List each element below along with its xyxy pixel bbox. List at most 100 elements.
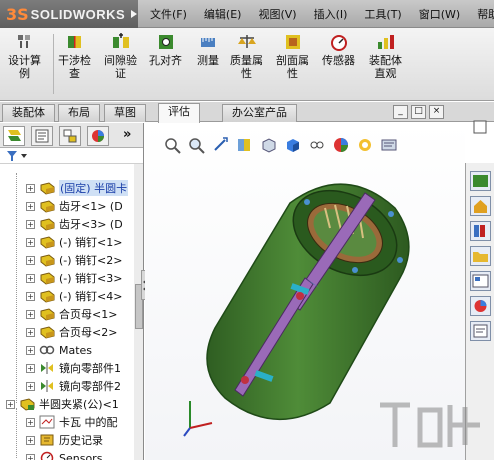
edit-appearance-icon[interactable] [331,136,351,154]
zoom-to-fit-icon[interactable] [163,136,183,154]
task-pane-file-explorer[interactable] [470,246,491,266]
view-settings-icon[interactable] [379,136,399,154]
tree-item[interactable]: + 历史记录 [26,431,103,449]
tab-office-products[interactable]: 办公室产品 [222,104,297,122]
mirror-component-icon [41,362,53,374]
tree-guide-line [16,408,17,458]
panel-overflow-button[interactable]: » [123,127,131,142]
tab-sketch[interactable]: 草图 [104,104,146,122]
tree-item[interactable]: + 半圆夹紧(公)<1 [6,395,119,413]
tree-item-label: (-) 销钉<1> [59,236,123,249]
section-view-icon[interactable] [235,136,255,154]
expand-toggle[interactable]: + [26,201,35,211]
display-style-icon[interactable] [283,136,303,154]
restore-button[interactable]: □ [411,105,426,119]
part-icon [40,272,55,285]
hole-alignment-button[interactable]: 孔对齐 [149,32,182,67]
expand-toggle[interactable]: + [26,219,35,229]
tree-item[interactable]: + 镜向零部件1 [26,359,121,377]
tree-item[interactable]: + 合页母<1> [26,305,117,323]
tree-item[interactable]: + 齿牙<3> (D [26,215,123,233]
design-study-button[interactable]: 设计算 例 [8,32,41,80]
tree-scrollbar[interactable] [134,164,143,460]
apply-scene-icon[interactable] [355,136,375,154]
sensor-button[interactable]: 传感器 [322,32,355,67]
menu-edit[interactable]: 编辑(E) [204,6,242,22]
assembly-visualization-button[interactable]: 装配体 直观 [369,32,402,80]
expand-toggle[interactable]: + [26,453,35,460]
tab-layout[interactable]: 布局 [58,104,100,122]
tree-item[interactable]: + Mates [26,341,92,359]
tab-display-manager[interactable] [87,126,109,146]
feature-tree-icon [8,130,21,141]
filter-icon [7,151,27,161]
view-orientation-icon[interactable] [259,136,279,154]
heads-up-view-toolbar [163,135,403,155]
solidworks-resources-icon [473,175,488,187]
menu-tools[interactable]: 工具(T) [364,6,401,22]
ds-logo-icon: 3S [6,4,29,24]
task-pane-custom-properties[interactable] [470,321,491,341]
solidworks-logo[interactable]: 3S SOLIDWORKS [0,0,138,28]
part-icon [40,200,55,213]
tree-item[interactable]: + (-) 销钉<1> [26,233,122,251]
restore-view-icon[interactable] [471,118,489,136]
previous-view-icon[interactable] [211,136,231,154]
close-button[interactable]: × [429,105,444,119]
task-pane-home[interactable] [470,196,491,216]
tree-item[interactable]: + Sensors [26,449,102,460]
minimize-button[interactable]: _ [393,105,408,119]
menu-window[interactable]: 窗口(W) [419,6,460,22]
task-pane-view-palette[interactable] [470,271,491,291]
clearance-verification-button[interactable]: 间隙验 证 [104,32,137,80]
tab-evaluate[interactable]: 评估 [158,103,200,123]
hole-alignment-icon [158,35,173,49]
menu-view[interactable]: 视图(V) [258,6,296,22]
menu-expand-icon[interactable] [129,8,139,20]
tree-item[interactable]: + 齿牙<1> (D [26,197,123,215]
menu-bar: 3S SOLIDWORKS 文件(F) 编辑(E) 视图(V) 插入(I) 工具… [0,0,494,28]
tree-item[interactable]: + 镜向零部件2 [26,377,121,395]
expand-toggle[interactable]: + [26,417,35,427]
zoom-to-area-icon[interactable] [187,136,207,154]
section-properties-button[interactable]: 剖面属 性 [276,32,309,80]
expand-toggle[interactable]: + [26,435,35,445]
expand-toggle[interactable]: + [26,255,35,265]
expand-toggle[interactable]: + [6,399,15,409]
tree-item-label: 合页母<1> [59,308,118,321]
expand-toggle[interactable]: + [26,237,35,247]
part-icon [40,218,55,231]
tree-item[interactable]: + 卡瓦 中的配 [26,413,118,431]
tab-feature-tree[interactable] [3,126,25,146]
tab-assembly[interactable]: 装配体 [2,104,55,122]
expand-toggle[interactable]: + [26,363,35,373]
mass-properties-button[interactable]: 质量属 性 [230,32,263,80]
expand-toggle[interactable]: + [26,273,35,283]
expand-toggle[interactable]: + [26,309,35,319]
tab-property-manager[interactable] [31,126,53,146]
tab-configuration-manager[interactable] [59,126,81,146]
expand-toggle[interactable]: + [26,327,35,337]
assembly-model-view[interactable] [195,168,435,428]
part-icon [40,236,55,249]
expand-toggle[interactable]: + [26,345,35,355]
tree-item[interactable]: + (-) 销钉<3> [26,269,122,287]
tree-item[interactable]: + (-) 销钉<2> [26,251,122,269]
task-pane-design-library[interactable] [470,221,491,241]
menu-help[interactable]: 帮助 [477,6,494,22]
expand-toggle[interactable]: + [26,381,35,391]
tree-item-label: (固定) 半圆卡 [59,180,129,196]
expand-toggle[interactable]: + [26,183,35,193]
menu-insert[interactable]: 插入(I) [314,6,348,22]
tree-item[interactable]: + 合页母<2> [26,323,117,341]
tree-item[interactable]: + (-) 销钉<4> [26,287,122,305]
menu-file[interactable]: 文件(F) [150,6,187,22]
measure-button[interactable]: 测量 [197,32,219,67]
tree-item[interactable]: + (固定) 半圆卡 [26,179,129,197]
hide-show-items-icon[interactable] [307,136,327,154]
task-pane-resources[interactable] [470,171,491,191]
expand-toggle[interactable]: + [26,291,35,301]
task-pane-appearances[interactable] [470,296,491,316]
tree-filter[interactable] [0,148,143,164]
interference-check-button[interactable]: 干涉检 查 [58,32,91,80]
